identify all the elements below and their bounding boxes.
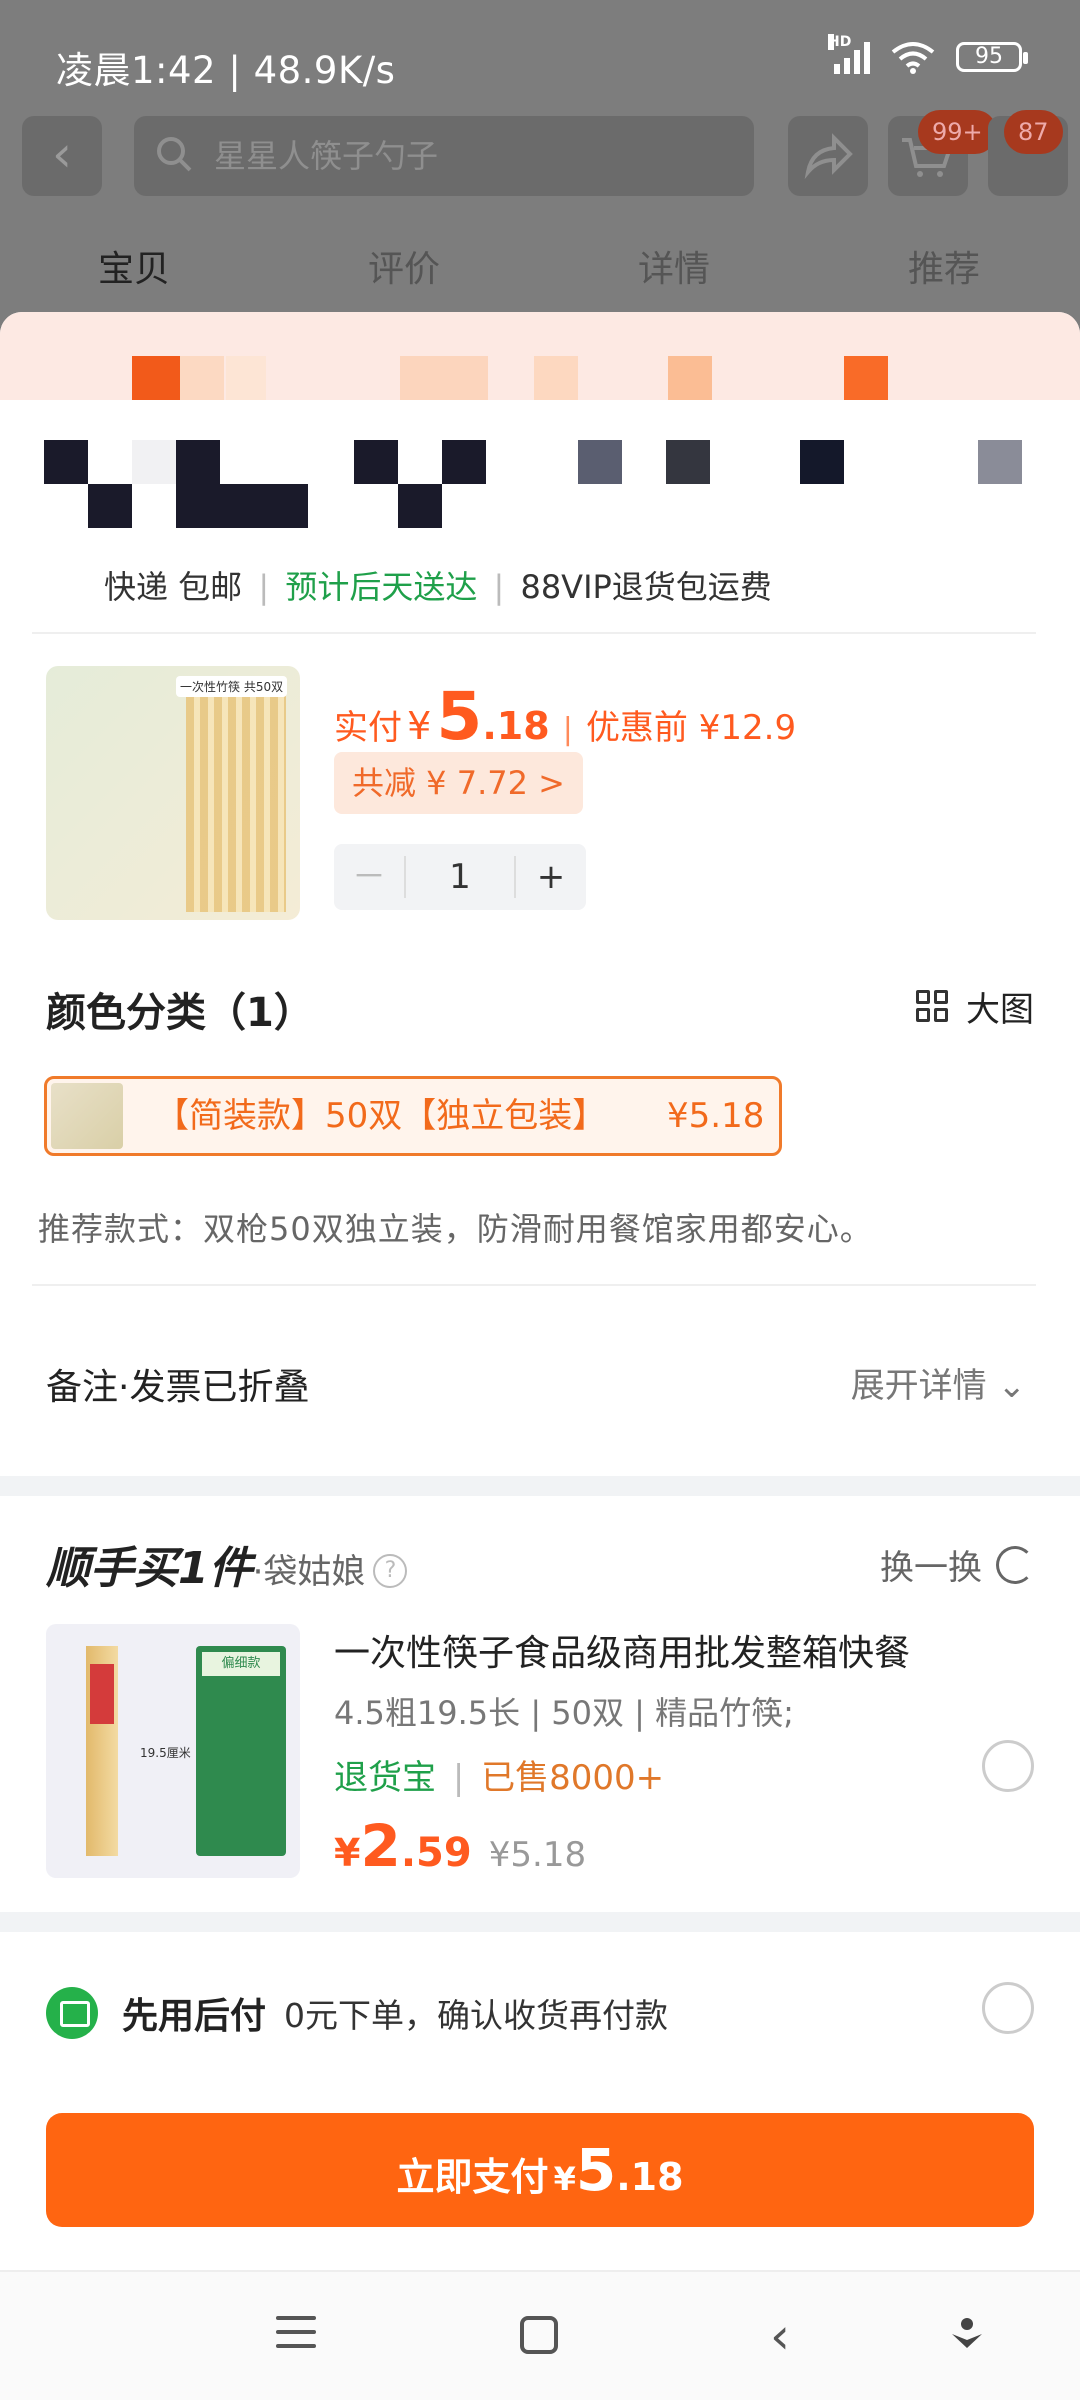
message-badge: 87 <box>1004 110 1063 154</box>
bundle-original-price: ¥5.18 <box>488 1835 587 1875</box>
chevron-down-icon: ⌄ <box>997 1366 1027 1406</box>
big-view-label: 大图 <box>966 990 1034 1030</box>
expand-details[interactable]: 展开详情 ⌄ <box>851 1358 1026 1407</box>
original-price: 优惠前 ¥12.9 <box>585 708 797 748</box>
back-button[interactable]: ‹ <box>22 116 102 196</box>
top-nav: ‹ 星星人筷子勺子 99+ 87 <box>0 110 1080 212</box>
tab-reviews[interactable]: 评价 <box>368 240 440 292</box>
variant-price: ¥5.18 <box>667 1096 765 1136</box>
decrease-button[interactable]: － <box>334 844 404 910</box>
bundle-tags: 退货宝 | 已售8000+ <box>334 1758 665 1798</box>
status-time: 凌晨1:42 | 48.9K/s <box>56 49 396 92</box>
help-icon[interactable]: ? <box>373 1554 408 1588</box>
divider <box>32 632 1036 634</box>
price-decimal: .18 <box>482 704 550 748</box>
bundle-product-image[interactable]: 19.5厘米 偏细款 <box>46 1624 300 1878</box>
assistant-icon[interactable] <box>950 2316 984 2350</box>
refresh-icon <box>996 1545 1034 1584</box>
pay-button-label: 立即支付 <box>396 2155 549 2199</box>
message-button[interactable]: 87 <box>988 110 1068 196</box>
signal-icon: HD <box>828 34 870 74</box>
sold-count-tag: 已售8000+ <box>481 1758 665 1798</box>
recommend-text: 推荐款式：双枪50双独立装，防滑耐用餐馆家用都安心。 <box>38 1210 873 1248</box>
big-view-button[interactable]: 大图 <box>916 982 1034 1031</box>
pay-later-desc: 0元下单，确认收货再付款 <box>284 1996 669 2035</box>
cart-button[interactable]: 99+ <box>888 110 997 196</box>
bundle-heading: 顺手买1件 <box>46 1543 253 1594</box>
tab-details[interactable]: 详情 <box>638 240 710 292</box>
bundle-product-name[interactable]: 一次性筷子食品级商用批发整箱快餐 <box>334 1624 910 1676</box>
checkout-sheet: 快递 包邮 | 预计后天送达 | 88VIP退货包运费 一次性竹筷 共50双 实… <box>0 312 1080 2400</box>
note-label: 备注·发票已折叠 <box>46 1367 310 1408</box>
note-invoice-row[interactable]: 备注·发票已折叠 展开详情 ⌄ <box>0 1334 1080 1430</box>
chopstick-pack-graphic <box>186 692 286 912</box>
image-dimension-label: 19.5厘米 <box>140 1746 191 1760</box>
product-image[interactable]: 一次性竹筷 共50双 <box>46 666 300 920</box>
menu-icon[interactable] <box>276 2316 320 2360</box>
home-icon[interactable] <box>520 2316 558 2354</box>
cart-badge: 99+ <box>918 110 997 154</box>
increase-button[interactable]: + <box>516 844 586 910</box>
bundle-title: 顺手买1件·袋姑娘? <box>46 1532 408 1596</box>
return-guarantee-tag: 退货宝 <box>334 1758 436 1798</box>
box-graphic: 偏细款 <box>196 1646 286 1856</box>
tab-recommend[interactable]: 推荐 <box>908 240 980 292</box>
variant-thumbnail <box>51 1083 123 1149</box>
swap-button[interactable]: 换一换 <box>880 1540 1034 1589</box>
hd-label: HD <box>828 34 852 50</box>
search-placeholder: 星星人筷子勺子 <box>214 137 439 175</box>
variant-section-title: 颜色分类（1） <box>46 990 314 1036</box>
bundle-select-radio[interactable] <box>982 1740 1034 1792</box>
battery-icon: 95 <box>956 42 1028 72</box>
quantity-stepper: － 1 + <box>334 844 586 910</box>
clock-icon <box>132 356 180 400</box>
price-integer: 5 <box>436 678 483 755</box>
page-tabs: 宝贝 评价 详情 推荐 <box>0 230 1080 310</box>
tab-item[interactable]: 宝贝 <box>98 240 170 292</box>
search-bar[interactable]: 星星人筷子勺子 <box>134 116 754 196</box>
pay-now-button[interactable]: 立即支付 ¥5.18 <box>46 2113 1034 2227</box>
bundle-shop: ·袋姑娘 <box>252 1552 366 1592</box>
status-bar: 凌晨1:42 | 48.9K/s HD 95 <box>0 0 1080 118</box>
section-gap <box>0 1476 1080 1496</box>
pay-later-row: 先用后付 0元下单，确认收货再付款 <box>46 1980 668 2046</box>
pay-later-title: 先用后付 <box>122 1996 267 2037</box>
return-shipping: 88VIP退货包运费 <box>520 568 772 606</box>
search-icon <box>157 137 192 172</box>
system-nav-bar: ‹ <box>0 2270 1080 2400</box>
shipping-info: 快递 包邮 | 预计后天送达 | 88VIP退货包运费 <box>104 568 772 606</box>
bundle-price: ¥2.59 ¥5.18 <box>334 1812 587 1880</box>
wifi-icon <box>891 42 935 74</box>
back-icon[interactable]: ‹ <box>770 2311 814 2361</box>
shield-check-icon <box>46 1987 98 2039</box>
currency-symbol: ¥ <box>407 704 432 748</box>
shipping-method: 快递 包邮 <box>104 568 243 606</box>
discount-tag[interactable]: 共减 ¥ 7.72 > <box>334 752 583 814</box>
address-block-redacted[interactable] <box>44 440 1044 536</box>
pay-later-radio[interactable] <box>982 1982 1034 2034</box>
swap-label: 换一换 <box>880 1548 982 1588</box>
delivery-estimate: 预计后天送达 <box>285 568 478 606</box>
grid-icon <box>916 989 950 1024</box>
actual-price: 实付 ¥ 5.18 | 优惠前 ¥12.9 <box>334 678 797 755</box>
divider <box>32 1284 1036 1286</box>
quantity-value[interactable]: 1 <box>404 856 516 898</box>
variant-text: 【简装款】50双【独立包装】 <box>155 1096 607 1136</box>
variant-option-selected[interactable]: 【简装款】50双【独立包装】 ¥5.18 <box>44 1076 782 1156</box>
product-image-label: 一次性竹筷 共50双 <box>176 676 288 697</box>
share-button[interactable] <box>788 116 868 196</box>
share-icon <box>804 133 853 180</box>
price-label: 实付 <box>334 708 402 748</box>
section-gap <box>0 1912 1080 1932</box>
address-banner <box>0 312 1080 400</box>
bundle-product-spec: 4.5粗19.5长 | 50双 | 精品竹筷; <box>334 1694 794 1732</box>
